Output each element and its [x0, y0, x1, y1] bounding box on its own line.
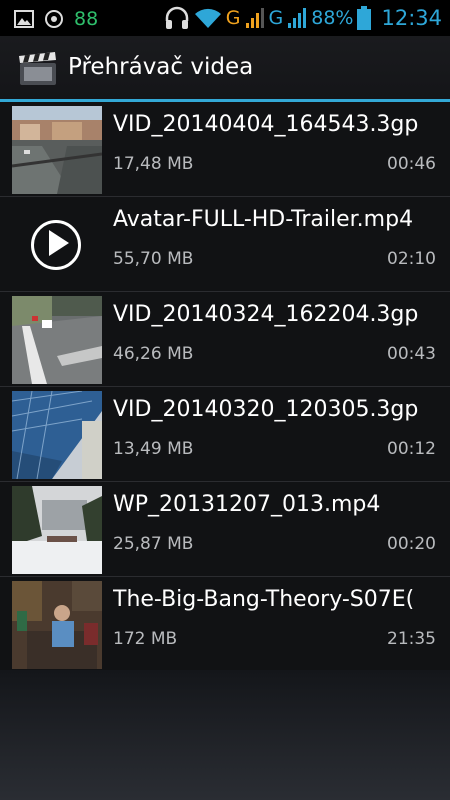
clock: 12:34 [381, 6, 442, 30]
video-title: WP_20131207_013.mp4 [113, 492, 381, 517]
status-left: 88 [14, 8, 98, 30]
status-right: G G 88% 12:34 [164, 4, 442, 32]
video-list: VID_20140404_164543.3gp 17,48 MB 00:46 A… [0, 102, 450, 672]
battery-icon [357, 6, 372, 30]
clapperboard-icon[interactable] [18, 52, 58, 86]
video-size: 55,70 MB [113, 249, 194, 269]
action-bar: Přehrávač videa [0, 36, 450, 100]
video-size: 17,48 MB [113, 154, 194, 174]
circle-icon [45, 10, 63, 28]
play-triangle [49, 230, 69, 256]
signal-icon [245, 8, 264, 28]
video-duration: 21:35 [387, 629, 436, 649]
video-title: VID_20140404_164543.3gp [113, 112, 419, 137]
video-title: The-Big-Bang-Theory-S07E( [113, 587, 415, 612]
battery-percent: 88% [311, 7, 354, 29]
video-item[interactable]: The-Big-Bang-Theory-S07E( 172 MB 21:35 [0, 577, 450, 672]
video-item[interactable]: VID_20140404_164543.3gp 17,48 MB 00:46 [0, 102, 450, 197]
network-type-2: G [268, 7, 284, 29]
video-item[interactable]: VID_20140320_120305.3gp 13,49 MB 00:12 [0, 387, 450, 482]
signal-icon-2 [288, 8, 307, 28]
video-item[interactable]: VID_20140324_162204.3gp 46,26 MB 00:43 [0, 292, 450, 387]
video-duration: 00:20 [387, 534, 436, 554]
video-title: VID_20140320_120305.3gp [113, 397, 419, 422]
video-title: VID_20140324_162204.3gp [113, 302, 419, 327]
wifi-icon [194, 8, 221, 28]
snow-thumb [12, 486, 102, 574]
video-duration: 00:46 [387, 154, 436, 174]
image-icon [14, 10, 34, 28]
video-size: 46,26 MB [113, 344, 194, 364]
video-duration: 00:43 [387, 344, 436, 364]
status-bar: 88 G G 88% 12:34 [0, 0, 450, 36]
road-thumb [12, 296, 102, 384]
list-empty-area [0, 670, 450, 800]
headset-icon [165, 6, 189, 29]
play-thumb [12, 201, 102, 289]
video-duration: 00:12 [387, 439, 436, 459]
video-item[interactable]: Avatar-FULL-HD-Trailer.mp4 55,70 MB 02:1… [0, 197, 450, 292]
battery-notification-text: 88 [74, 8, 99, 30]
network-type-1: G [225, 7, 241, 29]
video-duration: 02:10 [387, 249, 436, 269]
video-title: Avatar-FULL-HD-Trailer.mp4 [113, 207, 414, 232]
app-title: Přehrávač videa [68, 54, 254, 80]
street-thumb [12, 106, 102, 194]
video-item[interactable]: WP_20131207_013.mp4 25,87 MB 00:20 [0, 482, 450, 577]
tower-thumb [12, 391, 102, 479]
video-size: 13,49 MB [113, 439, 194, 459]
video-size: 25,87 MB [113, 534, 194, 554]
video-size: 172 MB [113, 629, 178, 649]
room-thumb [12, 581, 102, 669]
